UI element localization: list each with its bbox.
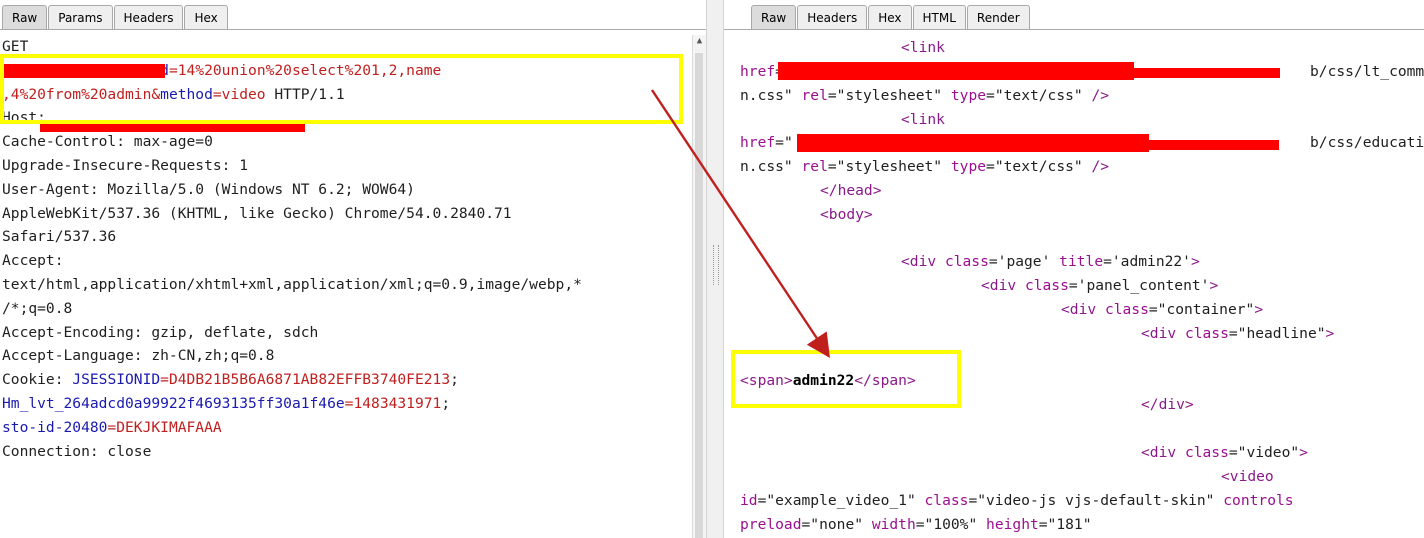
annotation-arrow [651,89,830,358]
